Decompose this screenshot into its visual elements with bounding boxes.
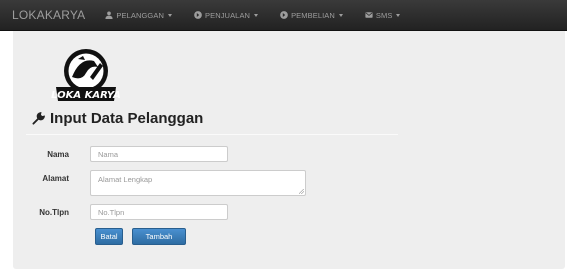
title-divider (26, 134, 398, 135)
nav-pembelian-label: PEMBELIAN (291, 10, 335, 20)
brand-link[interactable]: LOKAKARYA (12, 8, 85, 22)
nama-label: Nama (47, 150, 69, 159)
top-navbar: LOKAKARYA PELANGGAN PENJUALAN PEMBELIAN … (0, 0, 567, 31)
chevron-down-icon (338, 13, 343, 17)
nav-penjualan[interactable]: PENJUALAN (194, 10, 259, 20)
page-title: Input Data Pelanggan (32, 110, 203, 127)
sms-icon (365, 12, 373, 18)
nav-pelanggan-label: PELANGGAN (116, 10, 164, 20)
batal-button[interactable]: Batal (95, 228, 123, 245)
chevron-down-icon (167, 13, 172, 17)
notlp-field[interactable]: No.Tlpn (90, 204, 228, 220)
logo-text: LOKA KARYA (51, 90, 121, 101)
nav-penjualan-label: PENJUALAN (204, 10, 251, 20)
resize-handle-icon[interactable] (299, 189, 304, 194)
page-title-text: Input Data Pelanggan (50, 110, 204, 127)
loka-karya-logo: LOKA KARYA (51, 49, 121, 101)
nav-pembelian[interactable]: PEMBELIAN (280, 11, 343, 20)
nama-field[interactable]: Nama (90, 146, 228, 162)
nama-placeholder: Nama (98, 149, 119, 159)
wrench-icon (32, 112, 45, 125)
nav-pelanggan[interactable]: PELANGGAN (105, 11, 172, 20)
tambah-button[interactable]: Tambah (132, 228, 186, 245)
chevron-down-icon (254, 13, 259, 17)
chevron-down-icon (396, 13, 401, 17)
nav-sms-label: SMS (375, 10, 393, 20)
user-icon (105, 11, 113, 19)
notlp-placeholder: No.Tlpn (98, 207, 125, 217)
alamat-placeholder: Alamat Lengkap (98, 175, 153, 184)
circle-arrow-icon (280, 11, 288, 19)
circle-arrow-icon (194, 11, 202, 19)
notlp-label: No.Tlpn (39, 208, 69, 217)
alamat-field[interactable]: Alamat Lengkap (90, 170, 306, 196)
alamat-label: Alamat (42, 174, 69, 183)
nav-sms[interactable]: SMS (365, 11, 401, 20)
